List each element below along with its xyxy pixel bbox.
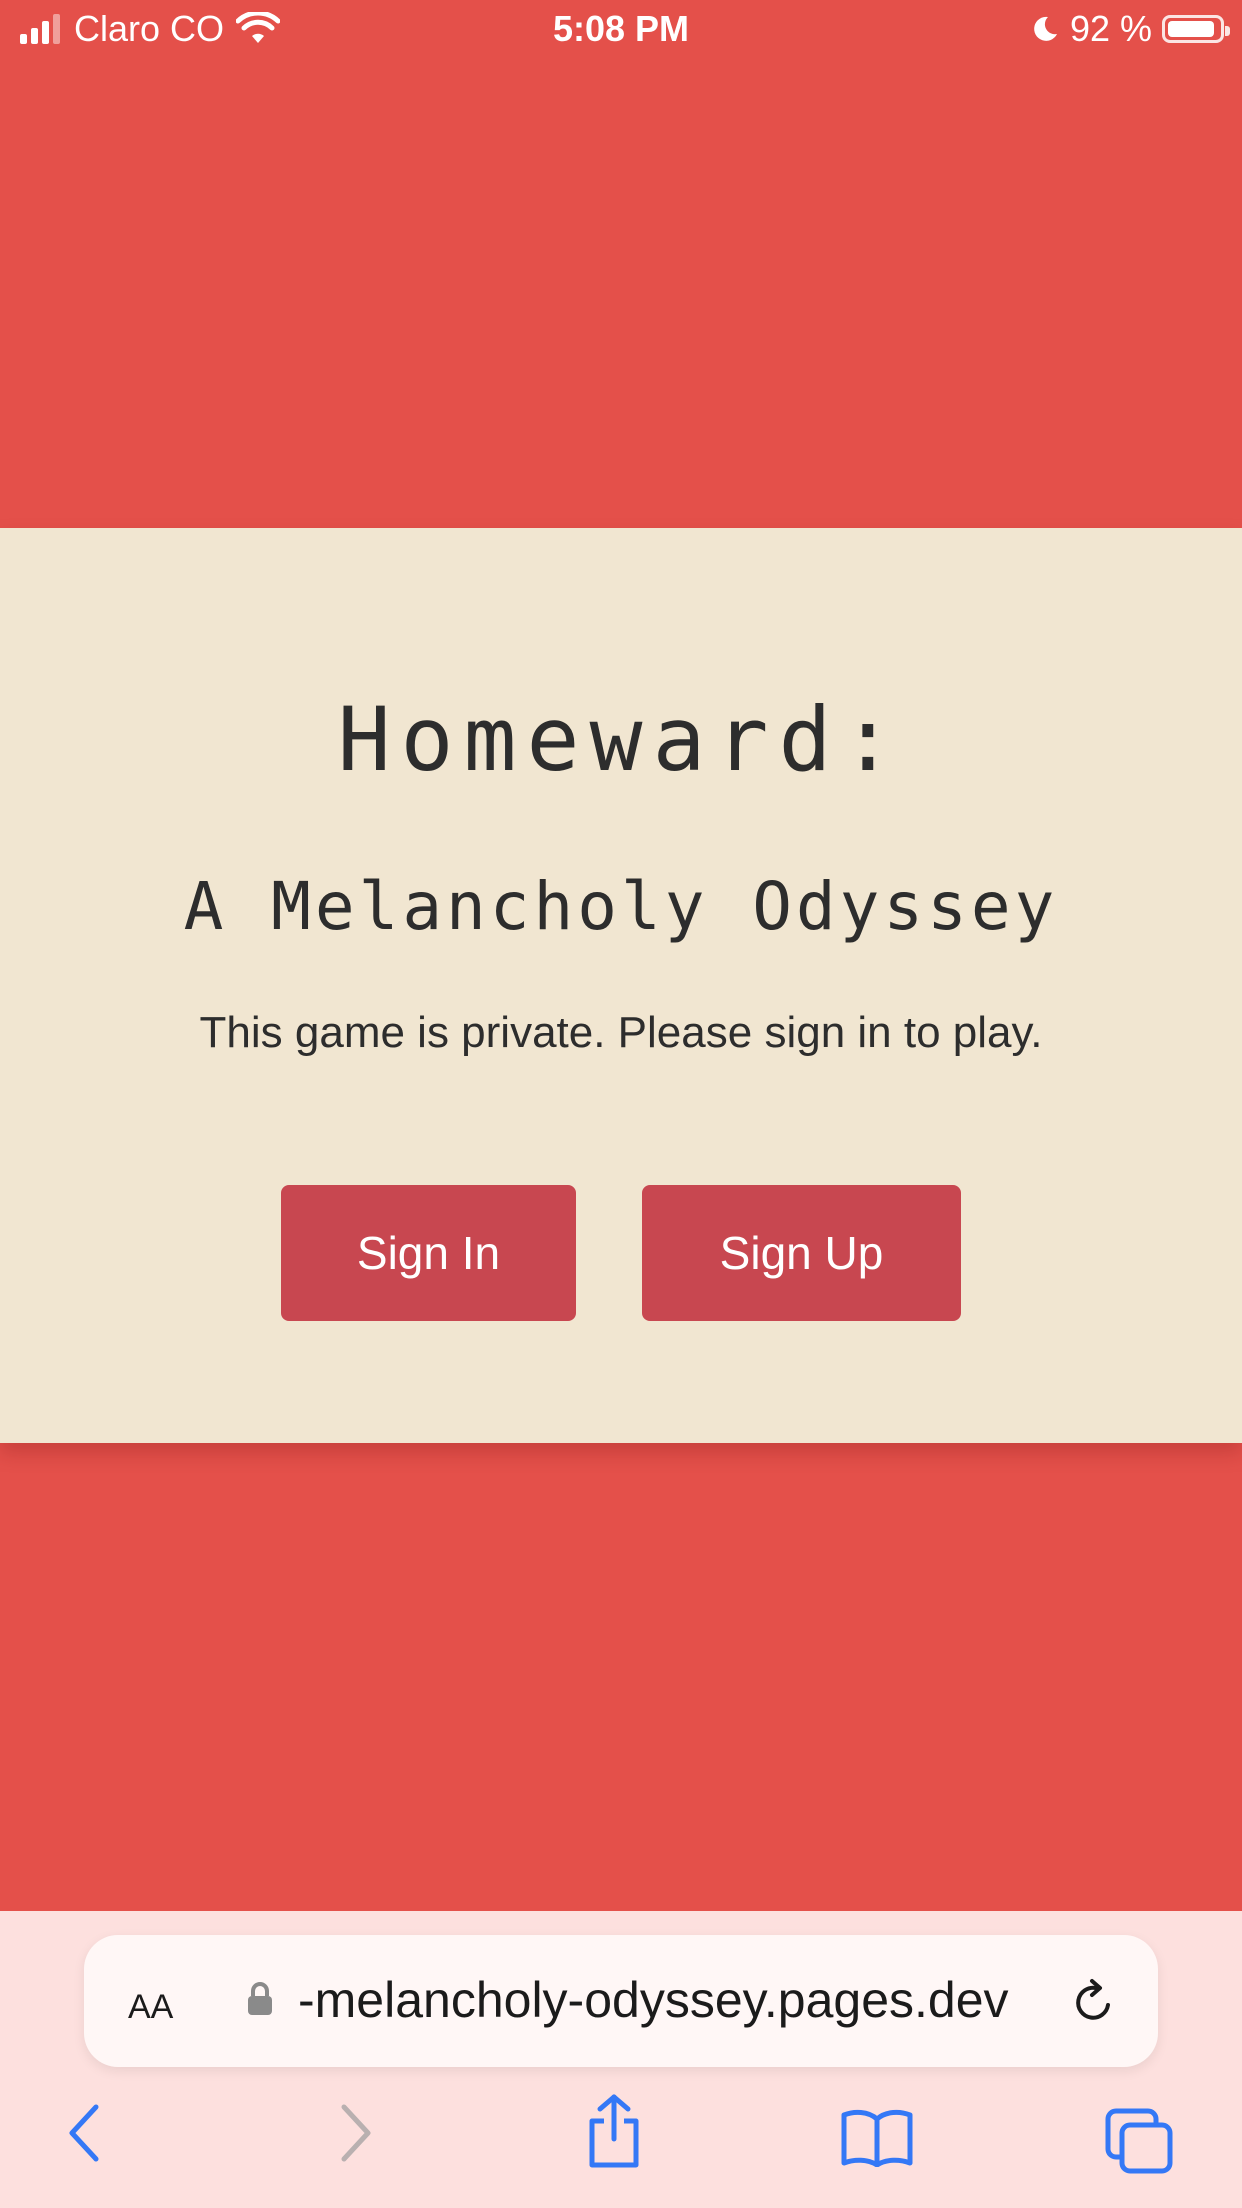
battery-percent: 92 % — [1069, 8, 1152, 49]
private-message: This game is private. Please sign in to … — [199, 1008, 1043, 1057]
status-bar: Claro CO 5:08 PM 92 % — [0, 0, 1242, 62]
tabs-icon[interactable] — [1104, 2107, 1174, 2175]
bookmarks-icon[interactable] — [840, 2107, 914, 2167]
sign-in-button[interactable]: Sign In — [281, 1185, 576, 1321]
share-icon[interactable] — [584, 2093, 644, 2169]
url-text[interactable]: -melancholy-odyssey.pages.dev — [298, 1971, 1009, 2029]
battery-fill — [1168, 21, 1214, 37]
moon-icon — [1034, 16, 1057, 41]
back-icon[interactable] — [62, 2101, 106, 2165]
browser-toolbar: AA -melancholy-odyssey.pages.dev — [0, 1911, 1242, 2208]
forward-icon[interactable] — [334, 2101, 378, 2165]
reload-icon[interactable] — [1070, 1977, 1118, 2027]
address-bar[interactable]: AA -melancholy-odyssey.pages.dev — [84, 1935, 1158, 2067]
game-subtitle: A Melancholy Odyssey — [183, 868, 1059, 945]
sign-up-button[interactable]: Sign Up — [642, 1185, 961, 1321]
battery-icon — [1162, 15, 1230, 43]
text-size-button[interactable]: AA — [128, 1975, 173, 2030]
game-title: Homeward: — [337, 688, 905, 791]
sign-in-card: Homeward: A Melancholy Odyssey This game… — [0, 528, 1242, 1443]
text-size-label: AA — [128, 1988, 174, 2026]
lock-icon — [248, 1982, 272, 2015]
